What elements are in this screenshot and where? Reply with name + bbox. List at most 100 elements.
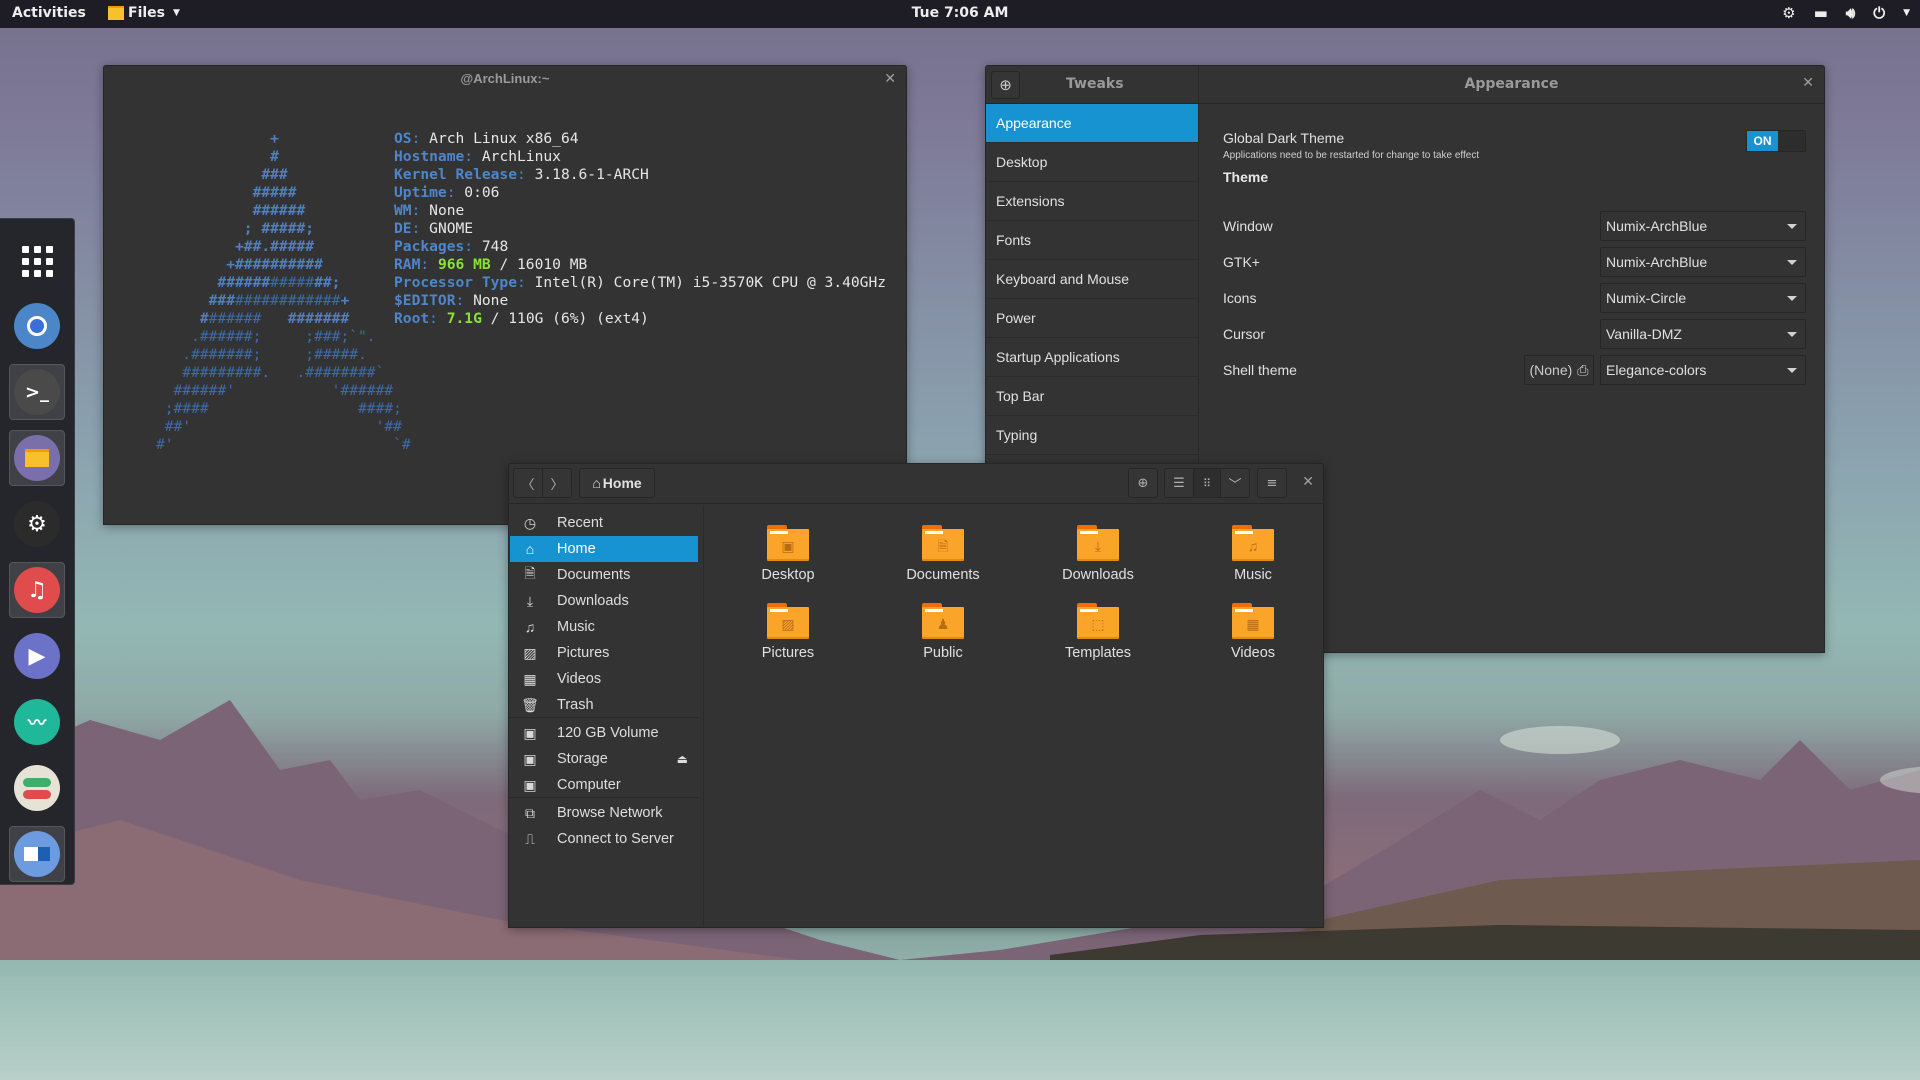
document-icon: 🗎︎: [524, 565, 536, 581]
picture-icon: ▨: [781, 616, 795, 632]
theme-combo[interactable]: Elegance-colors: [1600, 355, 1806, 385]
close-icon[interactable]: ✕: [1302, 474, 1314, 490]
dock-music[interactable]: ♫: [9, 562, 65, 618]
menu-button[interactable]: ≡: [1257, 468, 1287, 498]
sidebar-item-fonts[interactable]: Fonts: [986, 221, 1198, 260]
dock-tweaks[interactable]: [9, 760, 65, 816]
folder-public[interactable]: ♟ Public: [883, 603, 1003, 661]
sidebar-item-appearance[interactable]: Appearance: [986, 104, 1198, 143]
folder-videos[interactable]: ▦ Videos: [1193, 603, 1313, 661]
sidebar-item-top-bar[interactable]: Top Bar: [986, 377, 1198, 416]
ascii-line: ###############+: [112, 292, 350, 309]
folder-label: Videos: [1230, 645, 1276, 661]
sidebar-item-downloads[interactable]: ⤓ Downloads: [510, 588, 698, 614]
terminal-icon: >_: [14, 369, 60, 415]
info-line: Uptime: 0:06: [394, 184, 500, 201]
sidebar-separator: [509, 717, 699, 718]
close-icon[interactable]: ✕: [1802, 75, 1814, 91]
ascii-line: #: [112, 148, 279, 165]
grid-view-button[interactable]: ⠿: [1193, 468, 1221, 498]
files-window[interactable]: 〈 〉 ⌂ Home ⊕ ☰ ⠿ ﹀ ≡ ✕ ◷ Recent ⌂ Home 🗎︎ Docu…: [508, 463, 1324, 928]
folder-downloads[interactable]: ⤓ Downloads: [1038, 525, 1158, 583]
sidebar-item-keyboard-and-mouse[interactable]: Keyboard and Mouse: [986, 260, 1198, 299]
system-tray[interactable]: ⚙ ▬ 🔊︎ ⏻ ▼: [1782, 4, 1910, 22]
dropdown-arrow-icon: [1787, 332, 1797, 337]
sidebar-label: Downloads: [557, 593, 629, 609]
sidebar-item-desktop[interactable]: Desktop: [986, 143, 1198, 182]
sidebar-item-home[interactable]: ⌂ Home: [510, 536, 698, 562]
info-value: 0:06: [464, 184, 500, 201]
dock-video-player[interactable]: ▶: [9, 628, 65, 684]
reset-shell-theme-button[interactable]: (None) ⎙: [1524, 355, 1594, 385]
ascii-line: ####### #######: [112, 310, 350, 327]
dock-settings[interactable]: [9, 826, 65, 882]
theme-row-gtk-: GTK+ Numix-ArchBlue: [1223, 247, 1806, 277]
info-value: None: [429, 202, 465, 219]
sidebar-item-pictures[interactable]: ▨ Pictures: [510, 640, 698, 666]
path-bar-home[interactable]: ⌂ Home: [579, 468, 655, 498]
sidebar-item-browse-network[interactable]: ⧉ Browse Network: [510, 800, 698, 826]
location-button[interactable]: ⊕: [1128, 468, 1158, 498]
info-line: $EDITOR: None: [394, 292, 509, 309]
folder-music[interactable]: ♫ Music: [1193, 525, 1313, 583]
none-label: (None): [1529, 362, 1573, 378]
view-options-button[interactable]: ﹀: [1220, 468, 1250, 498]
sidebar-item-storage[interactable]: ▣ Storage ⏏: [510, 746, 698, 772]
terminal-window[interactable]: @ArchLinux:~ ✕ + # ### ##### ###### ; ##…: [103, 65, 907, 525]
close-icon[interactable]: ✕: [884, 71, 896, 87]
combo-value: Numix-Circle: [1606, 290, 1687, 306]
back-button[interactable]: 〈: [513, 468, 543, 498]
dock-steam[interactable]: ⚙: [9, 496, 65, 552]
clock[interactable]: Tue 7:06 AM: [0, 5, 1920, 21]
dock-chromium[interactable]: [9, 298, 65, 354]
sidebar-item-typing[interactable]: Typing: [986, 416, 1198, 455]
folder-label: Public: [923, 645, 963, 661]
sidebar-item-documents[interactable]: 🗎︎ Documents: [510, 562, 698, 588]
theme-combo[interactable]: Vanilla-DMZ: [1600, 319, 1806, 349]
show-applications-button[interactable]: [9, 233, 65, 289]
row-label: Shell theme: [1223, 362, 1297, 378]
folder-templates[interactable]: ⬚ Templates: [1038, 603, 1158, 661]
info-key: Root: [394, 310, 430, 327]
info-line: DE: GNOME: [394, 220, 474, 237]
ascii-line: #############;: [112, 274, 341, 291]
dock-files[interactable]: [9, 430, 65, 486]
dark-theme-switch[interactable]: ON: [1746, 130, 1806, 152]
theme-combo[interactable]: Numix-ArchBlue: [1600, 211, 1806, 241]
chevron-down-icon: ▼: [1903, 8, 1910, 18]
info-line: Processor Type: Intel(R) Core(TM) i5-357…: [394, 274, 887, 291]
forward-button[interactable]: 〉: [542, 468, 572, 498]
top-bar: Activities Files ▼ Tue 7:06 AM ⚙ ▬ 🔊︎ ⏻ …: [0, 0, 1920, 28]
sidebar-item-connect-to-server[interactable]: ⎍ Connect to Server: [510, 826, 698, 852]
list-view-button[interactable]: ☰: [1164, 468, 1194, 498]
folder-desktop[interactable]: ▣ Desktop: [728, 525, 848, 583]
dock-system-monitor[interactable]: 〰: [9, 694, 65, 750]
search-button[interactable]: ⊕: [991, 71, 1020, 99]
dropdown-arrow-icon: [1787, 296, 1797, 301]
theme-combo[interactable]: Numix-ArchBlue: [1600, 247, 1806, 277]
dock-terminal[interactable]: >_: [9, 364, 65, 420]
sidebar-item-computer[interactable]: ▣ Computer: [510, 772, 698, 798]
ascii-line: +##.#####: [112, 238, 315, 255]
theme-combo[interactable]: Numix-Circle: [1600, 283, 1806, 313]
sidebar-item-extensions[interactable]: Extensions: [986, 182, 1198, 221]
folder-documents[interactable]: 🗎︎ Documents: [883, 525, 1003, 583]
sidebar-item-startup-applications[interactable]: Startup Applications: [986, 338, 1198, 377]
info-value: 748: [481, 238, 509, 255]
dropdown-arrow-icon: [1787, 224, 1797, 229]
steam-icon[interactable]: ⚙: [1782, 4, 1795, 22]
ascii-line: ; #####;: [112, 220, 315, 237]
sidebar-item-music[interactable]: ♫ Music: [510, 614, 698, 640]
sidebar-item-power[interactable]: Power: [986, 299, 1198, 338]
sidebar-item-recent[interactable]: ◷ Recent: [510, 510, 698, 536]
hamburger-icon: ≡: [1266, 475, 1278, 491]
sidebar-item-videos[interactable]: ▦ Videos: [510, 666, 698, 692]
header-bar: 〈 〉 ⌂ Home ⊕ ☰ ⠿ ﹀ ≡ ✕: [509, 464, 1323, 504]
sidebar-item-trash[interactable]: 🗑︎ Trash: [510, 692, 698, 718]
eject-icon[interactable]: ⏏: [677, 752, 688, 766]
sidebar-item-120-gb-volume[interactable]: ▣ 120 GB Volume: [510, 720, 698, 746]
sidebar-label: 120 GB Volume: [557, 725, 659, 741]
folder-pictures[interactable]: ▨ Pictures: [728, 603, 848, 661]
people-icon: ♟: [936, 616, 950, 632]
terminal-output[interactable]: + # ### ##### ###### ; #####; +##.##### …: [112, 130, 886, 453]
